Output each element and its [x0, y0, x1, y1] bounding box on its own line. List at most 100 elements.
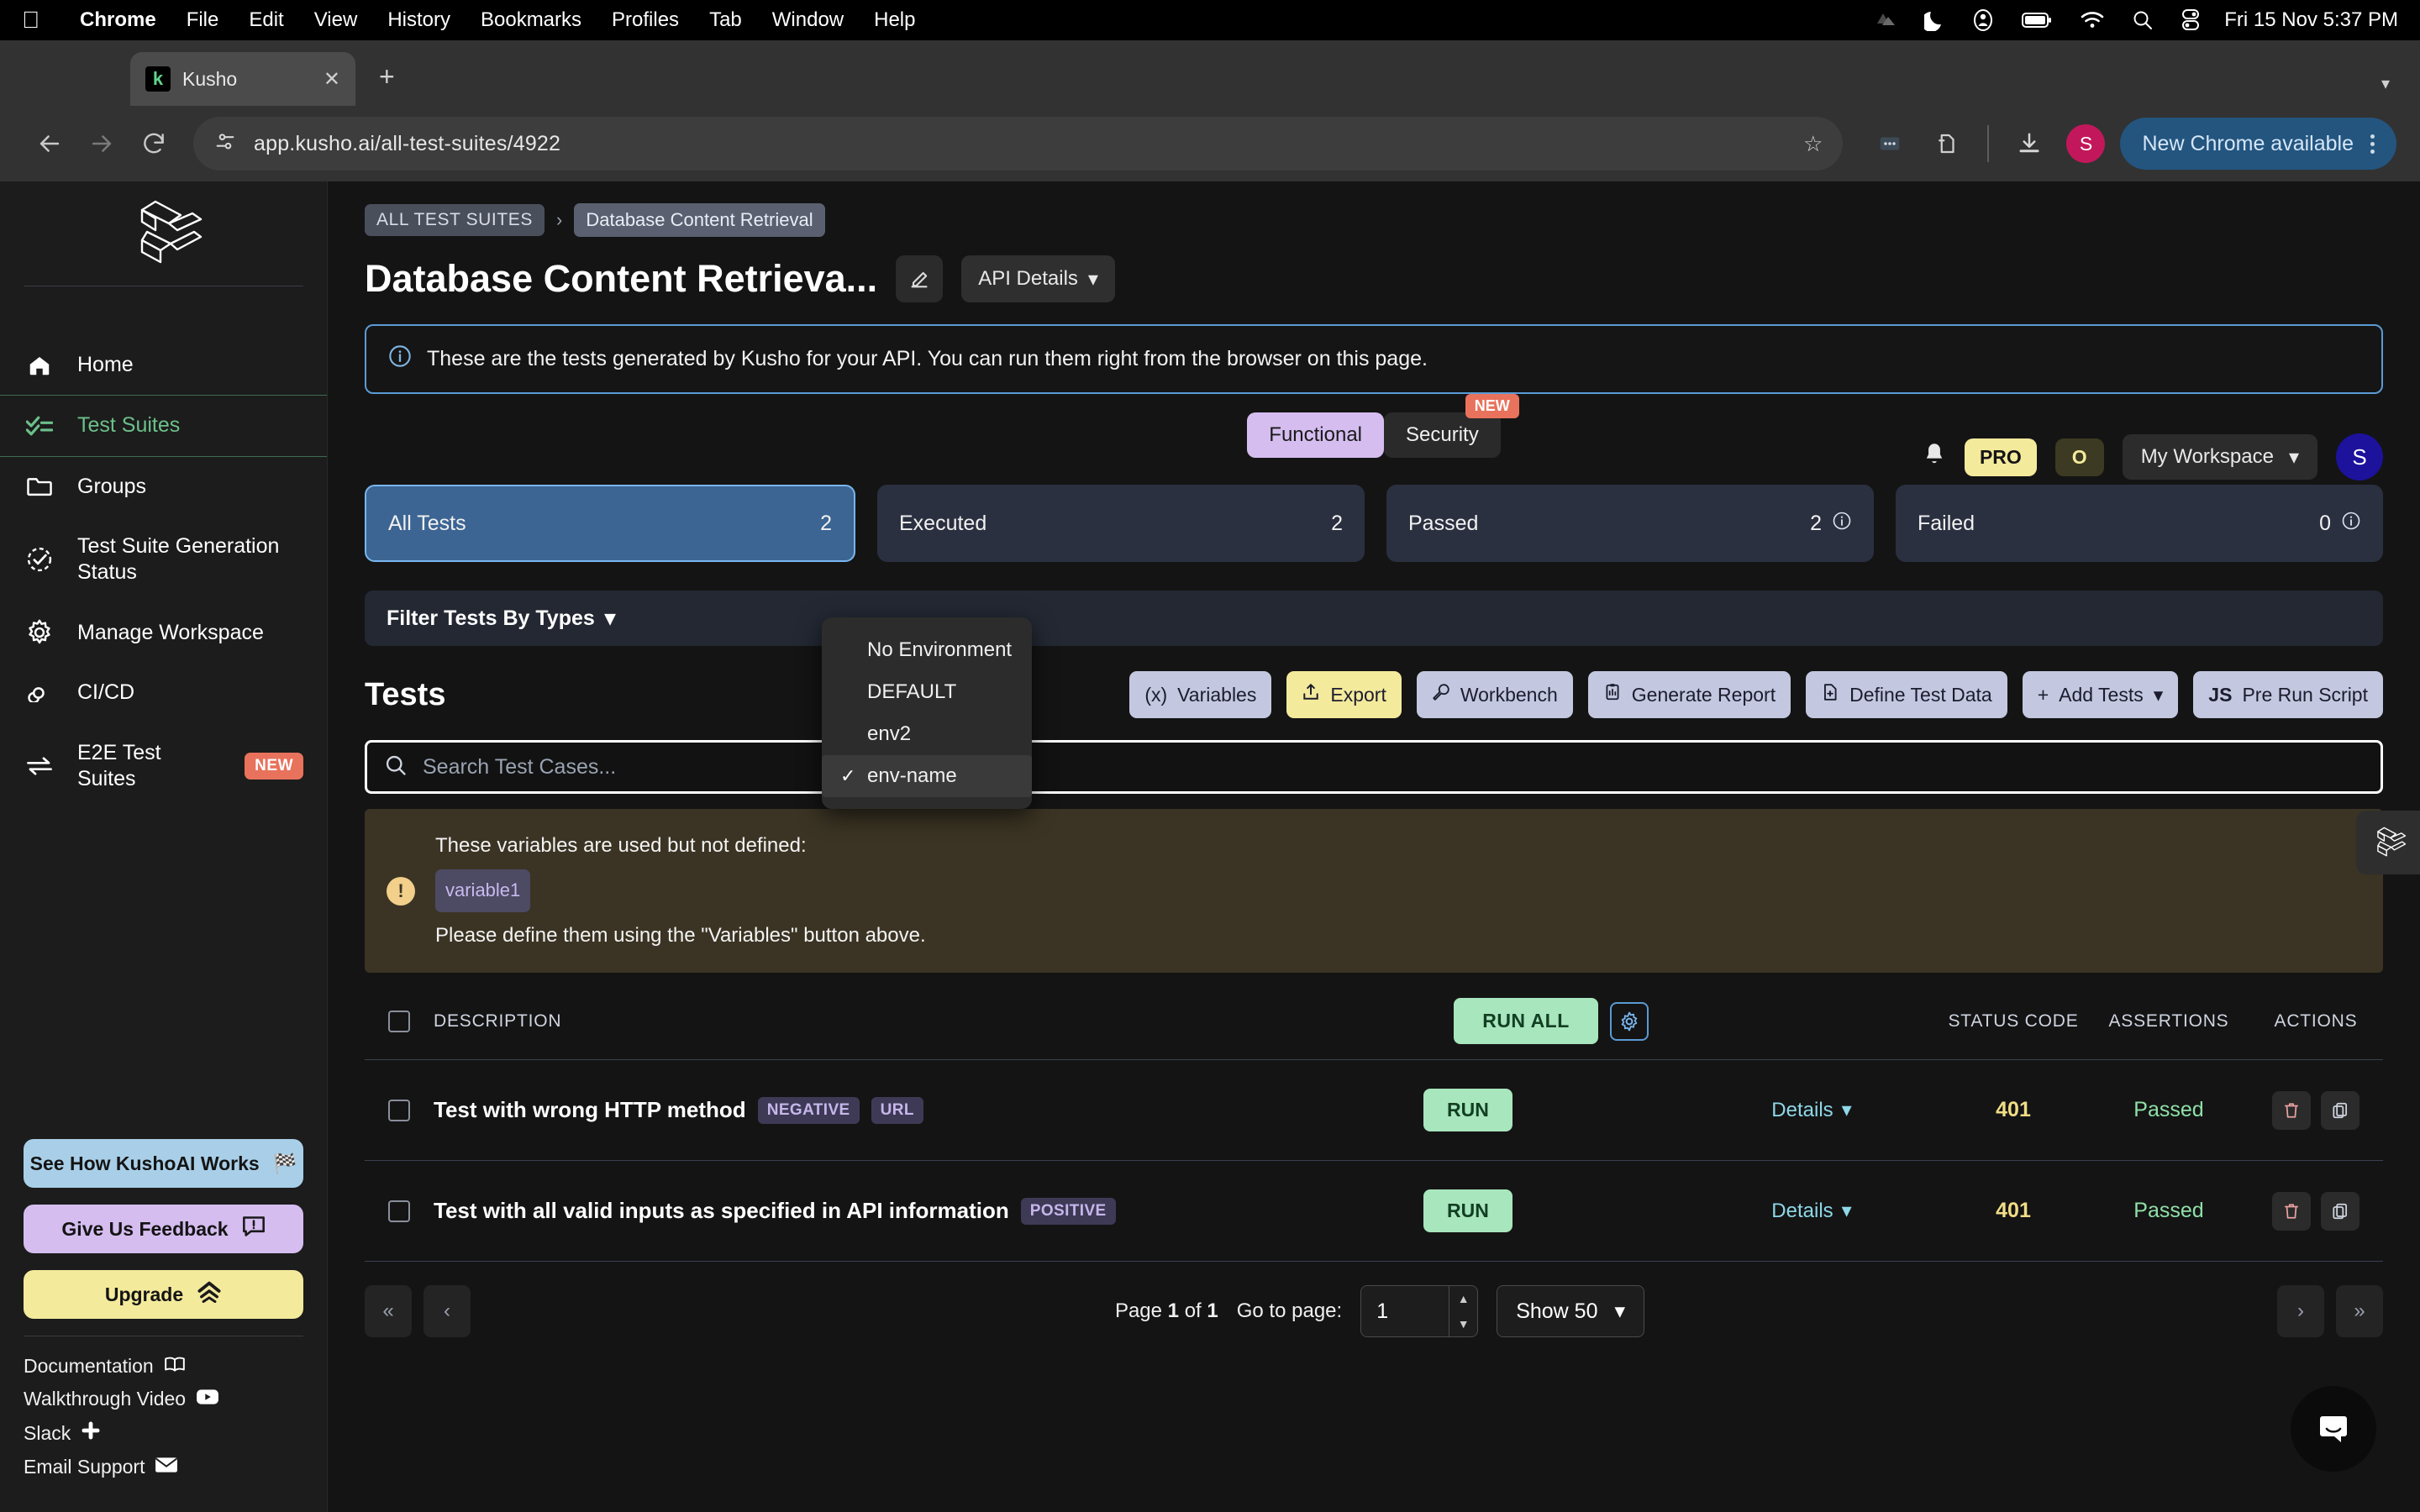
- stat-card-executed[interactable]: Executed 2: [877, 485, 1365, 562]
- sidebar-item-test-suites[interactable]: Test Suites: [0, 395, 327, 457]
- kusho-logo[interactable]: [2356, 811, 2420, 874]
- arrow-left-icon[interactable]: [24, 118, 76, 170]
- details-toggle[interactable]: Details ▾: [1771, 1199, 1851, 1223]
- menu-tab[interactable]: Tab: [694, 8, 757, 32]
- menu-view[interactable]: View: [299, 8, 373, 32]
- sidebar-item-ci-cd[interactable]: CI/CD: [0, 663, 327, 722]
- prev-page-button[interactable]: ‹: [424, 1285, 471, 1338]
- address-bar[interactable]: app.kusho.ai/all-test-suites/4922 ☆: [193, 117, 1844, 171]
- last-page-button[interactable]: »: [2336, 1285, 2383, 1338]
- search-input[interactable]: Search Test Cases...: [423, 755, 616, 780]
- apple-icon[interactable]: : [22, 8, 39, 32]
- menu-chrome[interactable]: Chrome: [65, 8, 171, 32]
- sidebar-item-manage-workspace[interactable]: Manage Workspace: [0, 602, 327, 663]
- profile-avatar[interactable]: S: [2066, 124, 2106, 163]
- link-documentation[interactable]: Documentation: [24, 1355, 303, 1378]
- arrow-right-icon[interactable]: [76, 118, 128, 170]
- delete-icon[interactable]: [2271, 1191, 2311, 1231]
- stat-card-passed[interactable]: Passed 2: [1386, 485, 1874, 562]
- env-option-no-environment[interactable]: No Environment: [822, 629, 1032, 671]
- extensions-icon[interactable]: [1923, 120, 1970, 167]
- reload-icon[interactable]: [128, 118, 180, 170]
- row-checkbox[interactable]: [365, 1200, 434, 1222]
- stat-card-all-tests[interactable]: All Tests 2: [365, 485, 855, 562]
- goto-page-input[interactable]: 1 ▲ ▼: [1360, 1285, 1479, 1338]
- sidebar-item-e2e-test-suites[interactable]: E2E Test Suites NEW: [0, 723, 327, 810]
- link-email-support[interactable]: Email Support: [24, 1456, 303, 1478]
- menu-file[interactable]: File: [171, 8, 234, 32]
- tune-icon[interactable]: [213, 130, 237, 158]
- tab-security[interactable]: Security NEW: [1384, 394, 1519, 458]
- browser-tab[interactable]: k Kusho ✕: [130, 52, 355, 106]
- menubar-clock[interactable]: Fri 15 Nov 5:37 PM: [2224, 8, 2398, 32]
- search-test-cases[interactable]: Search Test Cases...: [365, 740, 2383, 794]
- add-tests-button[interactable]: + Add Tests ▾: [2022, 671, 2179, 718]
- pre-run-script-button[interactable]: JS Pre Run Script: [2193, 671, 2383, 718]
- kusho-logo[interactable]: [0, 181, 327, 286]
- next-page-button[interactable]: ›: [2277, 1285, 2324, 1338]
- link-slack[interactable]: Slack: [24, 1420, 303, 1446]
- stepper-down-icon[interactable]: ▼: [1449, 1311, 1477, 1336]
- gear-icon[interactable]: [1609, 1001, 1649, 1041]
- upgrade-button[interactable]: Upgrade: [24, 1270, 303, 1319]
- copy-icon[interactable]: [2321, 1090, 2360, 1130]
- edit-icon[interactable]: [896, 255, 944, 302]
- table-row[interactable]: Test with all valid inputs as specified …: [365, 1161, 2383, 1263]
- kebab-menu-icon[interactable]: [2370, 134, 2375, 154]
- give-us-feedback-button[interactable]: Give Us Feedback: [24, 1205, 303, 1253]
- close-icon[interactable]: ✕: [324, 67, 340, 92]
- filter-tests-dropdown[interactable]: Filter Tests By Types ▾: [365, 591, 2383, 646]
- menu-bookmarks[interactable]: Bookmarks: [466, 8, 597, 32]
- cloud-icon[interactable]: [1870, 10, 1896, 30]
- see-how-kushoai-works-button[interactable]: See How KushoAI Works 🏁: [24, 1139, 303, 1188]
- generate-report-button[interactable]: Generate Report: [1587, 671, 1791, 718]
- api-details-button[interactable]: API Details ▾: [961, 255, 1115, 302]
- link-walkthrough-video[interactable]: Walkthrough Video: [24, 1388, 303, 1410]
- intercom-chat-icon[interactable]: [2291, 1386, 2376, 1472]
- export-button[interactable]: Export: [1286, 671, 1402, 718]
- run-button[interactable]: RUN: [1423, 1189, 1512, 1233]
- run-button[interactable]: RUN: [1423, 1089, 1512, 1132]
- copy-icon[interactable]: [2321, 1191, 2360, 1231]
- row-checkbox[interactable]: [365, 1099, 434, 1121]
- menu-history[interactable]: History: [372, 8, 466, 32]
- search-icon[interactable]: [2133, 10, 2153, 30]
- define-test-data-button[interactable]: Define Test Data: [1806, 671, 2007, 718]
- more-icon[interactable]: [1866, 120, 1913, 167]
- stat-card-failed[interactable]: Failed 0: [1896, 485, 2383, 562]
- control-center-icon[interactable]: [2181, 9, 2200, 31]
- download-icon[interactable]: [2006, 120, 2053, 167]
- run-all-button[interactable]: RUN ALL: [1454, 998, 1598, 1045]
- env-option-env-name[interactable]: ✓ env-name: [822, 755, 1032, 797]
- chrome-update-button[interactable]: New Chrome available: [2120, 118, 2396, 170]
- quantity-stepper[interactable]: ▲ ▼: [1449, 1286, 1477, 1337]
- env-option-env2[interactable]: env2: [822, 713, 1032, 755]
- battery-icon[interactable]: [2022, 12, 2052, 29]
- page-size-select[interactable]: Show 50 ▾: [1497, 1285, 1645, 1338]
- select-all-checkbox[interactable]: [365, 1010, 434, 1032]
- breadcrumb-current[interactable]: Database Content Retrieval: [574, 203, 825, 237]
- tab-functional[interactable]: Functional: [1247, 412, 1385, 458]
- environment-dropdown-menu[interactable]: No Environment DEFAULT env2 ✓ env-name: [822, 617, 1032, 809]
- menu-help[interactable]: Help: [859, 8, 930, 32]
- plus-icon[interactable]: +: [379, 61, 395, 92]
- workbench-button[interactable]: Workbench: [1416, 671, 1573, 718]
- info-icon[interactable]: [2341, 511, 2361, 536]
- user-circle-icon[interactable]: [1973, 8, 1993, 32]
- info-icon[interactable]: [1832, 511, 1852, 536]
- sidebar-item-home[interactable]: Home: [0, 335, 327, 395]
- variables-button[interactable]: (x) Variables: [1129, 671, 1272, 718]
- moon-icon[interactable]: [1924, 9, 1944, 31]
- wifi-icon[interactable]: [2081, 11, 2104, 29]
- chevron-down-icon[interactable]: ▾: [2381, 73, 2390, 94]
- first-page-button[interactable]: «: [365, 1285, 412, 1338]
- stepper-up-icon[interactable]: ▲: [1449, 1286, 1477, 1311]
- details-toggle[interactable]: Details ▾: [1771, 1098, 1851, 1122]
- menu-edit[interactable]: Edit: [234, 8, 298, 32]
- sidebar-item-test-suite-generation-status[interactable]: Test Suite Generation Status: [0, 517, 327, 603]
- table-row[interactable]: Test with wrong HTTP method NEGATIVE URL…: [365, 1060, 2383, 1162]
- breadcrumb-root[interactable]: ALL TEST SUITES: [365, 204, 545, 236]
- menu-profiles[interactable]: Profiles: [597, 8, 694, 32]
- star-icon[interactable]: ☆: [1803, 131, 1823, 157]
- menu-window[interactable]: Window: [757, 8, 859, 32]
